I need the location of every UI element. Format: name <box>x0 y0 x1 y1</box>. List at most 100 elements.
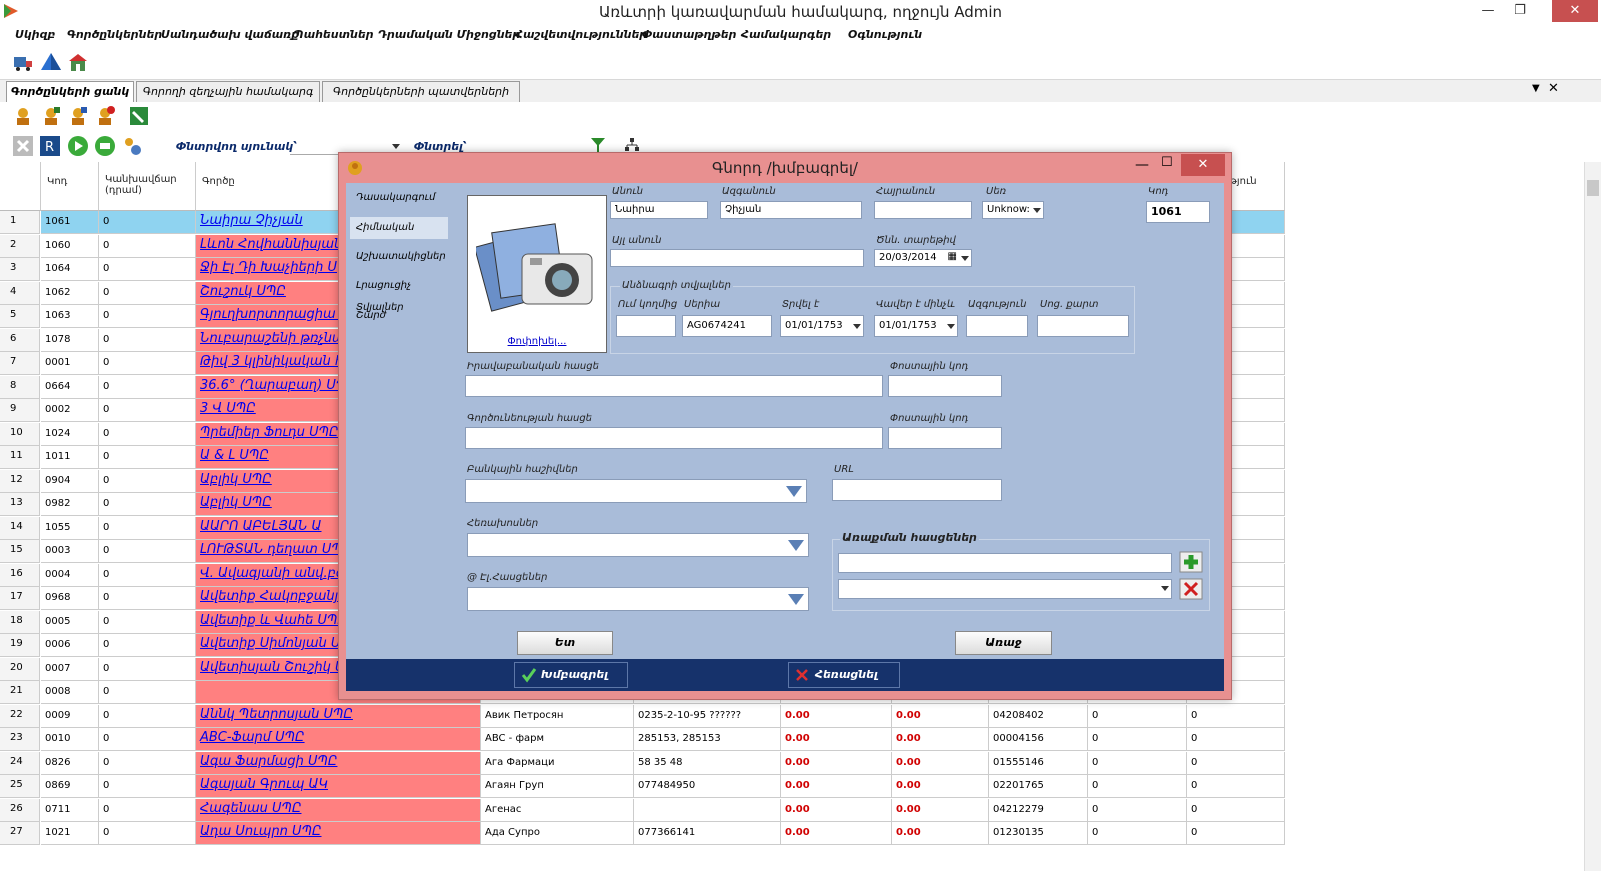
cancel-button[interactable]: Հեռացնել <box>788 662 900 688</box>
postal-code-2-field[interactable] <box>888 427 1002 449</box>
row-number[interactable]: 17 <box>0 587 40 610</box>
row-number[interactable]: 23 <box>0 728 40 751</box>
tab-partner-list[interactable]: Գործընկերի ցանկ <box>6 81 134 103</box>
row-number[interactable]: 20 <box>0 657 40 681</box>
row-number[interactable]: 2 <box>0 234 40 258</box>
row-number[interactable]: 22 <box>0 704 40 728</box>
row-number[interactable]: 6 <box>0 328 40 352</box>
nav-employees[interactable]: Աշխատակիցներ <box>350 246 448 268</box>
birthdate-field[interactable]: 20/03/2014 ▦ <box>874 249 972 267</box>
row-number[interactable]: 14 <box>0 516 40 540</box>
legal-address-field[interactable] <box>465 375 883 397</box>
refresh-icon[interactable]: R <box>39 135 61 157</box>
clear-icon[interactable] <box>12 135 34 157</box>
dropdown-arrow-icon[interactable] <box>786 591 806 607</box>
menu-item-retail[interactable]: Սանդածախ վաճառք <box>161 28 299 41</box>
close-button[interactable]: ✕ <box>1552 0 1598 22</box>
menu-item-start[interactable]: Սկիզբ <box>15 28 55 41</box>
row-number[interactable]: 12 <box>0 469 40 493</box>
add-partner-icon[interactable] <box>12 105 34 127</box>
table-cell-name[interactable]: ABC-Ֆարմ ՍՊԸ <box>196 728 481 751</box>
tab-dropdown-icon[interactable]: ▼ <box>1532 83 1540 94</box>
row-number[interactable]: 10 <box>0 422 40 446</box>
grid-header-code[interactable]: Կոդ <box>41 162 99 211</box>
table-cell-name[interactable]: Ագայան Գրուպ ԱԿ <box>196 775 481 798</box>
dialog-maximize-button[interactable]: ☐ <box>1161 155 1173 170</box>
remove-icon[interactable] <box>1179 578 1203 600</box>
change-photo-link[interactable]: Փոփոխել... <box>468 336 606 347</box>
row-number[interactable]: 7 <box>0 352 40 375</box>
row-number[interactable]: 11 <box>0 446 40 469</box>
surname-field[interactable]: Չիչյան <box>720 201 862 219</box>
row-number[interactable]: 19 <box>0 634 40 657</box>
row-number[interactable]: 24 <box>0 751 40 775</box>
scroll-thumb[interactable] <box>1587 180 1599 196</box>
name-field[interactable]: Նաիրա <box>610 201 708 219</box>
row-number[interactable]: 13 <box>0 493 40 516</box>
issued-by-field[interactable] <box>616 315 676 337</box>
menu-item-documents[interactable]: Փաստաթղթեր <box>642 28 736 41</box>
work-address-field[interactable] <box>465 427 883 449</box>
soccard-field[interactable] <box>1037 315 1129 337</box>
table-cell-name[interactable]: Ադա Սուպրո ՍՊԸ <box>196 822 481 845</box>
delete-partner-icon[interactable] <box>94 105 116 127</box>
row-number[interactable]: 27 <box>0 822 40 845</box>
issued-date-field[interactable]: 01/01/1753 <box>780 315 864 337</box>
grid-header-advance[interactable]: Կանխավճար (դրամ) <box>99 162 196 211</box>
postal-code-1-field[interactable] <box>888 375 1002 397</box>
delivery-address-field[interactable] <box>838 553 1172 573</box>
nav-movement[interactable]: Շարժ <box>350 305 448 327</box>
edit-partner-icon[interactable] <box>40 105 62 127</box>
add-icon[interactable] <box>1179 551 1203 573</box>
row-number[interactable]: 18 <box>0 610 40 634</box>
nav-classification[interactable]: Դասակարգում <box>350 187 448 209</box>
valid-until-field[interactable]: 01/01/1753 <box>874 315 958 337</box>
menu-item-partners[interactable]: Գործընկերներ <box>67 28 162 41</box>
phones-combo[interactable] <box>467 533 809 557</box>
users-settings-icon[interactable] <box>121 135 143 157</box>
row-number[interactable]: 8 <box>0 375 40 399</box>
view-partner-icon[interactable] <box>67 105 89 127</box>
nav-additional-data[interactable]: Լրացուցիչ Տվյալներ <box>350 275 448 313</box>
menu-item-reports[interactable]: Հաշվետվություններ <box>515 28 647 41</box>
grid-scrollbar[interactable] <box>1584 162 1601 871</box>
next-button[interactable]: Առաջ <box>955 631 1052 655</box>
url-field[interactable] <box>832 479 1002 501</box>
play-icon[interactable] <box>67 135 89 157</box>
othername-field[interactable] <box>610 249 864 267</box>
table-cell-name[interactable]: Աննկ Պետրոսյան ՍՊԸ <box>196 704 481 728</box>
filter-icon[interactable] <box>590 137 606 153</box>
row-number[interactable]: 4 <box>0 281 40 305</box>
restore-button[interactable]: ❐ <box>1504 0 1536 22</box>
nav-main[interactable]: Հիմնական <box>350 217 448 239</box>
series-field[interactable]: AG0674241 <box>682 315 772 337</box>
dialog-close-button[interactable]: ✕ <box>1181 154 1225 176</box>
hierarchy-icon[interactable] <box>624 137 640 153</box>
tab-discount-system[interactable]: Գորողի զեղչային համակարգ <box>136 81 320 102</box>
save-button[interactable]: Խմբագրել <box>514 662 628 688</box>
menu-item-cash[interactable]: Դրամական Միջոցներ <box>378 28 520 41</box>
dropdown-arrow-icon[interactable] <box>786 537 806 553</box>
row-number[interactable]: 21 <box>0 681 40 704</box>
minimize-button[interactable]: — <box>1472 0 1504 22</box>
table-cell-name[interactable]: Հագենաս ՍՊԸ <box>196 798 481 822</box>
row-number[interactable]: 1 <box>0 211 40 234</box>
dropdown-arrow-icon[interactable] <box>784 483 804 499</box>
tab-close-icon[interactable]: ✕ <box>1548 81 1559 96</box>
sex-select[interactable]: Unknow: <box>982 201 1044 219</box>
warehouse-icon[interactable] <box>67 51 89 73</box>
row-number[interactable]: 3 <box>0 258 40 281</box>
row-number[interactable]: 5 <box>0 305 40 328</box>
row-number[interactable]: 25 <box>0 775 40 798</box>
table-cell-name[interactable]: Ագա Ֆարմացի ՍՊԸ <box>196 751 481 775</box>
truck-icon[interactable] <box>12 51 34 73</box>
calendar-icon[interactable]: ▦ <box>948 251 957 262</box>
message-icon[interactable] <box>94 135 116 157</box>
emails-combo[interactable] <box>467 587 809 611</box>
code-field[interactable]: 1061 <box>1146 201 1210 223</box>
row-number[interactable]: 26 <box>0 798 40 822</box>
nationality-field[interactable] <box>966 315 1028 337</box>
dialog-minimize-button[interactable]: — <box>1135 157 1149 173</box>
row-number[interactable]: 15 <box>0 540 40 563</box>
menu-item-systems[interactable]: Համակարգեր <box>741 28 831 41</box>
